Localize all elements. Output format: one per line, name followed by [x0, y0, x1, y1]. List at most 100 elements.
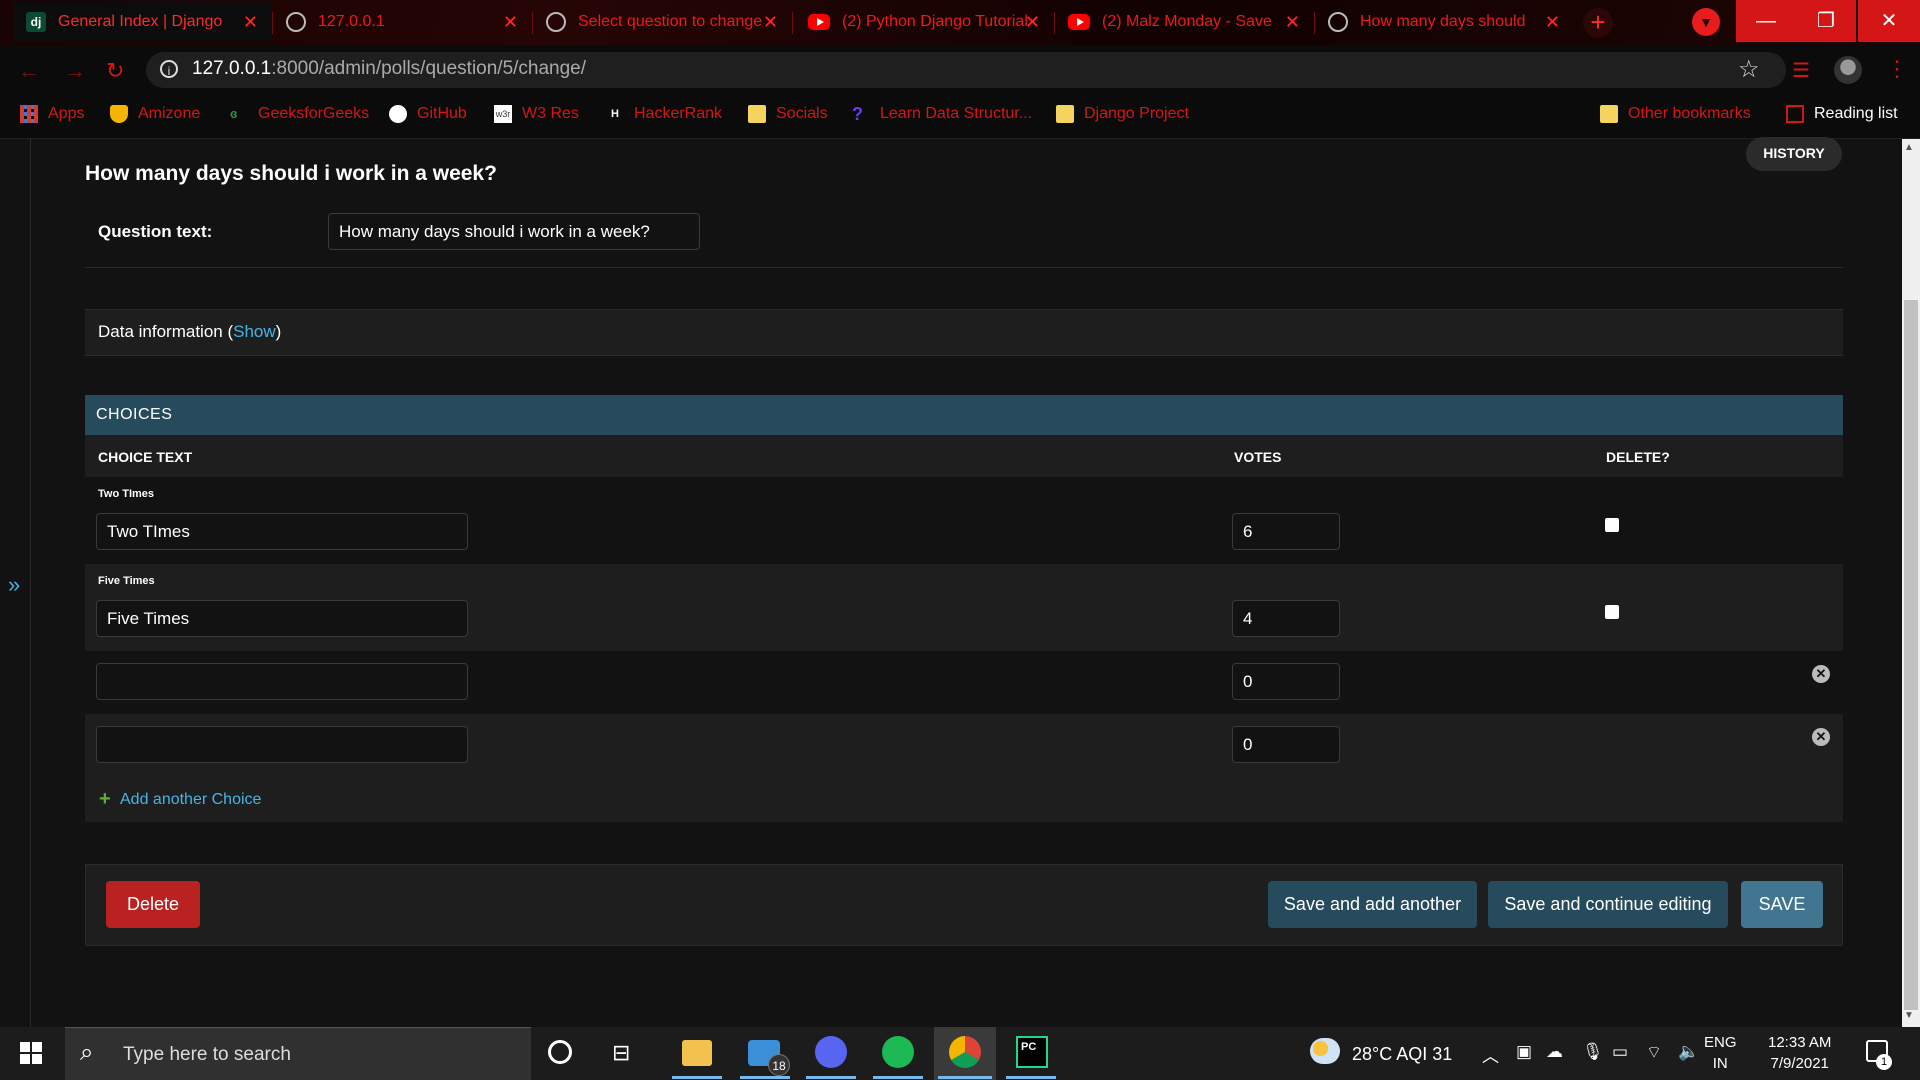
add-another-choice-link[interactable]: Add another Choice: [120, 791, 261, 809]
running-indicator: [672, 1076, 722, 1079]
task-view-icon[interactable]: ⊟: [612, 1040, 630, 1066]
back-icon[interactable]: ←: [18, 58, 40, 84]
bookmark-django-project[interactable]: Django Project: [1056, 105, 1189, 123]
question-text-input[interactable]: [328, 213, 700, 250]
tab-select-question[interactable]: Select question to change ✕: [534, 2, 792, 42]
sidebar-toggle-icon[interactable]: »: [8, 572, 20, 598]
tab-title: 127.0.0.1: [318, 13, 385, 30]
globe-icon: [1328, 12, 1348, 32]
remove-row-icon[interactable]: ✕: [1812, 728, 1830, 746]
divider: [85, 267, 1843, 268]
votes-input[interactable]: [1232, 726, 1340, 763]
reload-icon[interactable]: ↻: [106, 58, 124, 84]
chevron-up-icon[interactable]: ︿: [1482, 1042, 1499, 1067]
bookmark-reading-list[interactable]: Reading list: [1786, 105, 1898, 123]
bookmark-other[interactable]: Other bookmarks: [1600, 105, 1751, 123]
choice-text-input[interactable]: [96, 513, 468, 550]
choice-text-input[interactable]: [96, 600, 468, 637]
page-title: How many days should i work in a week?: [85, 162, 497, 185]
language-indicator[interactable]: ENG IN: [1704, 1032, 1737, 1074]
restore-button[interactable]: ❐: [1796, 0, 1856, 42]
remove-row-icon[interactable]: ✕: [1812, 665, 1830, 683]
save-button[interactable]: SAVE: [1741, 881, 1823, 928]
tab-youtube-django-tutorial[interactable]: (2) Python Django Tutorial ✕: [796, 2, 1054, 42]
tab-divider: [1314, 12, 1315, 34]
microphone-icon[interactable]: 🎙: [1582, 1042, 1604, 1062]
tab-title: (2) Malz Monday - Save: [1102, 13, 1272, 30]
cortana-icon[interactable]: [548, 1040, 572, 1064]
close-icon[interactable]: ✕: [1545, 12, 1560, 33]
menu-dots-icon[interactable]: ⋮: [1886, 56, 1908, 82]
scrollbar-thumb[interactable]: [1904, 300, 1918, 1010]
bookmark-w3res[interactable]: w3r W3 Res: [494, 105, 579, 123]
bookmark-label: Apps: [48, 105, 85, 122]
bookmark-geeksforgeeks[interactable]: ɞ GeeksforGeeks: [230, 105, 369, 123]
bookmark-amizone[interactable]: Amizone: [110, 105, 200, 123]
pycharm-icon[interactable]: PC: [1016, 1036, 1048, 1068]
data-structures-icon: ?: [852, 104, 863, 124]
folder-icon: [1056, 105, 1074, 123]
chrome-icon[interactable]: [949, 1036, 981, 1068]
choice-text-input[interactable]: [96, 726, 468, 763]
close-window-button[interactable]: ✕: [1858, 0, 1920, 42]
volume-icon[interactable]: 🔈: [1678, 1042, 1699, 1062]
spotify-icon[interactable]: [882, 1036, 914, 1068]
show-link[interactable]: Show: [233, 322, 276, 341]
battery-icon[interactable]: ▭: [1612, 1042, 1628, 1062]
close-icon[interactable]: ✕: [243, 12, 258, 33]
choice-text-input[interactable]: [96, 663, 468, 700]
bookmark-apps[interactable]: Apps: [20, 105, 84, 123]
bookmark-socials[interactable]: Socials: [748, 105, 828, 123]
wifi-icon[interactable]: ⌔: [1646, 1042, 1662, 1063]
votes-input[interactable]: [1232, 663, 1340, 700]
tab-localhost[interactable]: 127.0.0.1 ✕: [274, 2, 532, 42]
save-and-continue-button[interactable]: Save and continue editing: [1488, 881, 1728, 928]
search-icon: ⌕: [80, 1039, 94, 1066]
delete-checkbox[interactable]: [1605, 605, 1619, 619]
forward-icon[interactable]: →: [64, 58, 86, 84]
save-and-add-another-button[interactable]: Save and add another: [1268, 881, 1477, 928]
notification-badge: 1: [1876, 1054, 1892, 1070]
delete-checkbox[interactable]: [1605, 518, 1619, 532]
tab-django-index[interactable]: dj General Index | Django ✕: [14, 2, 272, 42]
bookmark-github[interactable]: GitHub: [389, 105, 467, 123]
close-icon[interactable]: ✕: [763, 12, 778, 33]
url-text[interactable]: 127.0.0.1:8000/admin/polls/question/5/ch…: [192, 58, 586, 80]
folder-icon: [748, 105, 766, 123]
bookmark-label: Other bookmarks: [1628, 105, 1751, 122]
shield-icon: [110, 105, 128, 123]
youtube-icon: [1068, 14, 1090, 30]
weather-text[interactable]: 28°C AQI 31: [1352, 1044, 1452, 1065]
votes-input[interactable]: [1232, 600, 1340, 637]
tab-question-change[interactable]: How many days should ✕: [1316, 2, 1574, 42]
scroll-up-arrow-icon[interactable]: ▲: [1904, 142, 1914, 153]
new-tab-button[interactable]: +: [1583, 8, 1613, 38]
clock-time: 12:33 AM: [1768, 1034, 1832, 1051]
data-information-fieldset: [85, 309, 1843, 356]
site-info-icon[interactable]: i: [160, 60, 178, 78]
bookmark-hackerrank[interactable]: H HackerRank: [606, 105, 722, 123]
windows-start-icon[interactable]: [20, 1042, 42, 1064]
weather-icon[interactable]: [1310, 1038, 1340, 1064]
tab-search-icon[interactable]: ▼: [1692, 8, 1720, 36]
system-clock[interactable]: 12:33 AM 7/9/2021: [1768, 1032, 1831, 1074]
file-explorer-icon[interactable]: [682, 1040, 712, 1066]
reading-list-icon[interactable]: ☰: [1792, 58, 1810, 83]
bookmark-learn-data-structures[interactable]: ? Learn Data Structur...: [852, 105, 1032, 123]
tab-youtube-malz-monday[interactable]: (2) Malz Monday - Save ✕: [1056, 2, 1314, 42]
onedrive-cloud-icon[interactable]: ☁: [1546, 1042, 1563, 1062]
history-button[interactable]: HISTORY: [1746, 137, 1842, 171]
discord-icon[interactable]: [815, 1036, 847, 1068]
delete-button[interactable]: Delete: [106, 881, 200, 928]
meet-now-icon[interactable]: ▣: [1516, 1042, 1532, 1062]
scroll-down-arrow-icon[interactable]: ▼: [1904, 1010, 1914, 1021]
add-icon[interactable]: +: [99, 788, 111, 811]
bookmark-star-icon[interactable]: ☆: [1738, 55, 1760, 84]
tab-title: How many days should: [1360, 13, 1526, 30]
close-icon[interactable]: ✕: [503, 12, 518, 33]
close-icon[interactable]: ✕: [1025, 12, 1040, 33]
profile-avatar[interactable]: [1834, 56, 1862, 84]
close-icon[interactable]: ✕: [1285, 12, 1300, 33]
votes-input[interactable]: [1232, 513, 1340, 550]
minimize-button[interactable]: —: [1736, 0, 1796, 42]
